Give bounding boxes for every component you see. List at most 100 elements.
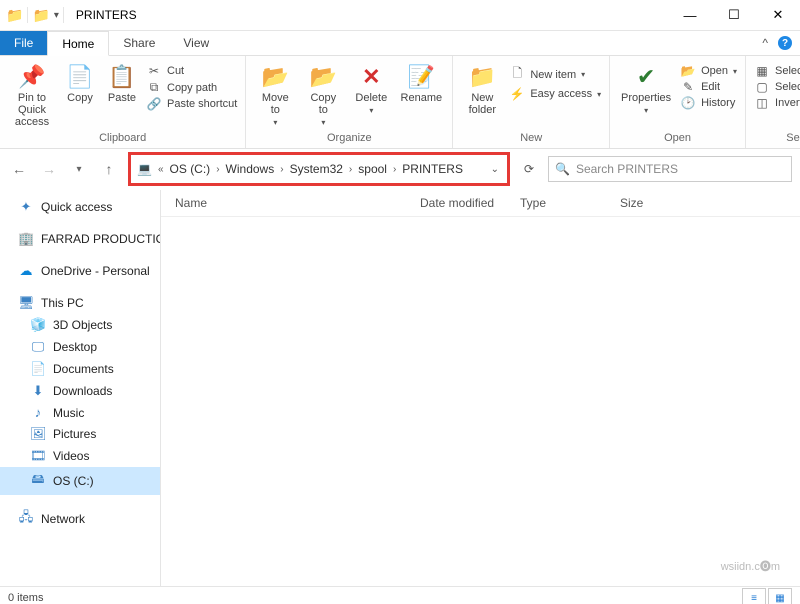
watermark: wsiidn.c🅞m [721,558,780,574]
chevron-down-icon: ▾ [733,67,737,76]
sidebar-item-music[interactable]: ♪Music [0,402,160,423]
copy-path-icon: ⧉ [146,80,162,95]
column-headers: Name Date modified Type Size [161,190,800,217]
tab-file[interactable]: File [0,31,47,55]
documents-icon: 📄 [30,361,46,377]
new-item-button[interactable]: 🗋New item ▾ [509,64,601,85]
chevron-right-icon: › [276,164,287,175]
cube-icon: 🧊 [30,317,46,333]
chevron-right-icon: « [154,164,168,175]
recent-button[interactable]: ▾ [68,158,90,180]
back-button[interactable]: ← [8,158,30,180]
new-item-icon: 🗋 [509,64,525,85]
downloads-icon: ⬇ [30,383,46,399]
search-input[interactable]: 🔍 Search PRINTERS [548,156,792,182]
delete-button[interactable]: ✕ Delete ▾ [350,62,392,115]
ribbon-tabs: File Home Share View ^ ? [0,31,800,56]
column-date[interactable]: Date modified [420,196,520,210]
cloud-icon: ☁ [18,263,34,279]
pin-icon: 📌 [18,64,45,90]
statusbar: 0 items ≡ ▦ [0,586,800,604]
sidebar-item-desktop[interactable]: 🖵Desktop [0,336,160,358]
titlebar: 📁 📁 ▾ PRINTERS — ☐ ✕ [0,0,800,31]
forward-button[interactable]: → [38,158,60,180]
select-none-button[interactable]: ▢Select none [754,80,800,94]
group-new: 📁 New folder 🗋New item ▾ ⚡Easy access ▾ … [453,56,610,148]
easy-access-button[interactable]: ⚡Easy access ▾ [509,87,601,101]
edit-button[interactable]: ✎Edit [680,80,737,94]
icons-view-button[interactable]: ▦ [768,588,792,604]
group-label-clipboard: Clipboard [8,132,237,146]
new-folder-button[interactable]: 📁 New folder [461,62,503,116]
move-to-button[interactable]: 📂 Move to ▾ [254,62,296,127]
tab-view[interactable]: View [169,31,223,55]
address-bar[interactable]: 💻 « OS (C:)› Windows› System32› spool› P… [133,158,485,180]
column-name[interactable]: Name [161,196,420,210]
chevron-down-icon: ▾ [369,106,373,115]
column-type[interactable]: Type [520,196,620,210]
history-button[interactable]: 🕑History [680,96,737,110]
close-button[interactable]: ✕ [756,0,800,30]
invert-selection-icon: ◫ [754,96,770,110]
drive-icon: 🖴 [30,470,46,492]
help-icon[interactable]: ? [778,36,792,50]
cut-icon: ✂ [146,64,162,78]
desktop-icon: 🖵 [30,339,46,355]
breadcrumb-item[interactable]: spool› [358,162,400,176]
minimize-button[interactable]: — [668,0,712,30]
sidebar-item-network[interactable]: 🖧Network [0,505,160,533]
breadcrumb-item[interactable]: OS (C:)› [170,162,224,176]
sidebar-item-quick-access[interactable]: ✦Quick access [0,196,160,218]
tab-home[interactable]: Home [47,31,109,56]
group-clipboard: 📌 Pin to Quick access 📄 Copy 📋 Paste ✂Cu… [0,56,246,148]
copy-to-button[interactable]: 📂 Copy to ▾ [302,62,344,127]
chevron-down-icon: ▾ [273,118,277,127]
breadcrumb-item[interactable]: System32› [290,162,357,176]
sidebar-item-documents[interactable]: 📄Documents [0,358,160,380]
folder-icon: 📁 [6,7,23,24]
address-dropdown[interactable]: ⌄ [485,164,505,175]
music-icon: ♪ [30,405,46,420]
sidebar-item-3d-objects[interactable]: 🧊3D Objects [0,314,160,336]
status-text: 0 items [8,592,43,604]
window-title: PRINTERS [70,8,137,22]
sidebar-item-downloads[interactable]: ⬇Downloads [0,380,160,402]
breadcrumb-item[interactable]: PRINTERS [402,162,463,176]
copy-path-button[interactable]: ⧉Copy path [146,80,237,95]
invert-selection-button[interactable]: ◫Invert selection [754,96,800,110]
refresh-button[interactable]: ⟳ [518,158,540,180]
details-view-button[interactable]: ≡ [742,588,766,604]
rename-button[interactable]: 📝 Rename [398,62,444,104]
sidebar-item-farrad[interactable]: 🏢FARRAD PRODUCTION [0,228,160,250]
chevron-right-icon: › [345,164,356,175]
qat-divider [27,7,28,23]
qat-overflow[interactable]: ▾ [54,10,59,21]
select-all-button[interactable]: ▦Select all [754,64,800,78]
maximize-button[interactable]: ☐ [712,0,756,30]
open-button[interactable]: 📂Open ▾ [680,64,737,78]
select-none-icon: ▢ [754,80,770,94]
ribbon-collapse-icon[interactable]: ^ [762,36,768,50]
sidebar-item-osc[interactable]: 🖴OS (C:) [0,467,160,495]
paste-shortcut-button[interactable]: 🔗Paste shortcut [146,97,237,111]
sidebar-item-onedrive[interactable]: ☁OneDrive - Personal [0,260,160,282]
up-button[interactable]: ↑ [98,158,120,180]
qat-divider-2 [63,7,64,23]
search-placeholder: Search PRINTERS [576,162,678,176]
open-icon: 📂 [680,64,696,78]
sidebar-item-pictures[interactable]: 🖼Pictures [0,423,160,445]
breadcrumb-item[interactable]: Windows› [226,162,288,176]
tab-share[interactable]: Share [109,31,169,55]
column-size[interactable]: Size [620,196,700,210]
pin-quick-access-button[interactable]: 📌 Pin to Quick access [8,62,56,128]
sidebar-item-videos[interactable]: 🎞Videos [0,445,160,467]
move-to-icon: 📂 [262,64,289,90]
paste-button[interactable]: 📋 Paste [104,62,140,104]
properties-button[interactable]: ✔ Properties ▾ [618,62,674,115]
sidebar: ✦Quick access 🏢FARRAD PRODUCTION ☁OneDri… [0,190,161,586]
group-label-new: New [461,132,601,146]
sidebar-item-this-pc[interactable]: 🖥This PC [0,292,160,314]
copy-button[interactable]: 📄 Copy [62,62,98,104]
cut-button[interactable]: ✂Cut [146,64,237,78]
rename-icon: 📝 [408,64,435,90]
